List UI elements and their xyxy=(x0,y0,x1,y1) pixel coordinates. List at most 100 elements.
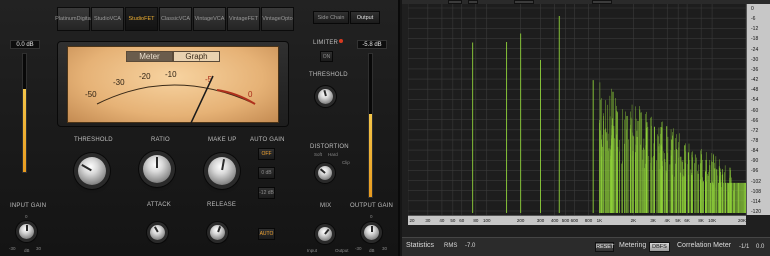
db-tick-label: -66 xyxy=(751,117,759,124)
frequency-tick-label: 300 xyxy=(536,218,545,223)
spectrum-analyzer: 0 -6 -12 -18 -24 -30 -36 -42 -48 -54 -60 -66 -72 -78 -… xyxy=(402,0,770,256)
auto-gain-12db-button[interactable]: -12 dB xyxy=(258,187,275,199)
attack-label: ATTACK xyxy=(147,202,171,208)
release-knob[interactable] xyxy=(210,225,225,240)
db-tick-label: 0 xyxy=(751,6,754,12)
input-gain-knob[interactable] xyxy=(19,224,34,239)
input-gain-label: INPUT GAIN xyxy=(10,203,47,209)
model-tab-vintage-fet[interactable]: Vintage FET xyxy=(227,7,260,31)
frequency-tick-label: 6K xyxy=(684,218,690,223)
output-gain-tick-left: -30 xyxy=(355,246,362,251)
input-level-readout: 0.0 dB xyxy=(10,40,40,49)
output-gain-tick-top: 0 xyxy=(370,214,373,219)
frequency-tick-label: 200 xyxy=(516,218,525,223)
db-tick-label: -84 xyxy=(751,148,759,155)
ratio-label: RATIO xyxy=(151,137,170,143)
db-tick-label: -90 xyxy=(751,158,759,165)
model-tab-vintage-vca[interactable]: Vintage VCA xyxy=(193,7,226,31)
distortion-soft: Soft xyxy=(314,152,323,157)
input-gain-tick-top: 0 xyxy=(25,214,28,219)
compressor-plugin: Platinum Digital Studio VCA Studio FET Clas… xyxy=(0,0,400,256)
output-gain-unit: dB xyxy=(369,248,375,253)
db-scale: 0 -6 -12 -18 -24 -30 -36 -42 -48 -54 -60 -66 -72 -78 -… xyxy=(746,4,770,215)
db-tick-label: -60 xyxy=(751,107,759,114)
output-level-readout: -5.8 dB xyxy=(357,40,387,49)
auto-gain-0db-button[interactable]: 0 dB xyxy=(258,167,275,179)
mix-knob[interactable] xyxy=(318,227,332,241)
model-tab-vintage-opto[interactable]: Vintage Opto xyxy=(261,7,294,31)
limiter-label: LIMITER xyxy=(313,40,339,46)
distortion-knob[interactable] xyxy=(318,166,332,180)
frequency-tick-label: 500 xyxy=(561,218,570,223)
mix-output-label: Output xyxy=(335,248,349,253)
limiter-on-button[interactable]: ON xyxy=(320,51,333,62)
input-gain-tick-left: -30 xyxy=(9,246,16,251)
input-level-fill xyxy=(23,89,26,172)
frequency-tick-label: 10K xyxy=(708,218,717,223)
makeup-label: MAKE UP xyxy=(208,137,237,143)
db-tick-label: -72 xyxy=(751,127,759,134)
db-tick-label: -78 xyxy=(751,137,759,144)
output-level-meter xyxy=(368,53,373,198)
auto-gain-off-button[interactable]: OFF xyxy=(258,148,275,160)
db-tick-label: -42 xyxy=(751,77,759,84)
input-level-meter xyxy=(22,53,27,173)
model-tab-studio-fet[interactable]: Studio FET xyxy=(125,7,158,31)
reset-button[interactable]: RESET xyxy=(595,242,614,252)
vu-meter-arc xyxy=(96,75,256,123)
rms-value: -7.0 xyxy=(465,243,476,249)
threshold-label: THRESHOLD xyxy=(74,137,113,143)
db-tick-label: -24 xyxy=(751,46,759,53)
vu-needle xyxy=(190,75,214,123)
output-button[interactable]: Output xyxy=(350,11,380,24)
frequency-tick-label: 30 xyxy=(425,218,431,223)
analyzer-status-bar: Statistics RMS -7.0 RESET Metering DBFS … xyxy=(402,237,770,256)
distortion-hard: Hard xyxy=(328,152,338,157)
frequency-tick-label: 2K xyxy=(630,218,637,223)
auto-release-button[interactable]: AUTO xyxy=(258,228,275,240)
output-level-fill xyxy=(369,114,372,197)
frequency-tick-label: 100 xyxy=(482,218,491,223)
db-tick-label: -108 xyxy=(751,188,762,195)
frequency-tick-label: 3K xyxy=(650,218,656,223)
frequency-tick-label: 800 xyxy=(584,218,593,223)
frequency-tick-label: 600 xyxy=(570,218,579,223)
db-tick-label: -120 xyxy=(751,209,762,215)
model-tab-studio-vca[interactable]: Studio VCA xyxy=(91,7,124,31)
correlation-value: 0.0 xyxy=(756,244,765,250)
metering-mode-button[interactable]: DBFS xyxy=(649,242,670,252)
frequency-tick-label: 20 xyxy=(409,218,415,223)
limiter-threshold-label: THRESHOLD xyxy=(309,72,348,78)
output-gain-label: OUTPUT GAIN xyxy=(350,203,394,209)
frequency-tick-label: 5K xyxy=(675,218,681,223)
db-tick-label: -18 xyxy=(751,36,759,43)
frequency-tick-label: 4K xyxy=(664,218,670,223)
limiter-threshold-knob[interactable] xyxy=(318,89,333,104)
compressor-model-tabs: Platinum Digital Studio VCA Studio FET Clas… xyxy=(55,7,295,31)
statistics-label: Statistics xyxy=(406,242,435,249)
input-gain-tick-right: 30 xyxy=(36,246,42,251)
threshold-knob[interactable] xyxy=(78,157,106,185)
db-tick-label: -114 xyxy=(751,198,761,205)
auto-gain-label: AUTO GAIN xyxy=(250,137,285,143)
db-tick-label: -102 xyxy=(751,178,762,185)
correlation-meter-label: Correlation Meter xyxy=(677,242,732,249)
frequency-tick-label: 50 xyxy=(450,218,456,223)
output-gain-knob[interactable] xyxy=(364,225,379,240)
makeup-knob[interactable] xyxy=(208,157,236,185)
model-tab-classic-vca[interactable]: Classic VCA xyxy=(159,7,192,31)
distortion-clip: Clip xyxy=(342,160,350,165)
model-tab-platinum-digital[interactable]: Platinum Digital xyxy=(55,7,92,31)
db-tick-label: -36 xyxy=(751,66,759,73)
mix-input-label: Input xyxy=(307,248,318,253)
distortion-label: DISTORTION xyxy=(310,144,349,150)
side-chain-button[interactable]: Side Chain xyxy=(313,11,349,24)
spectrum-plot xyxy=(408,4,746,215)
db-tick-label: -48 xyxy=(751,87,759,94)
frequency-tick-label: 8K xyxy=(698,218,704,223)
output-gain-tick-right: 30 xyxy=(382,246,388,251)
rms-label: RMS xyxy=(444,243,458,249)
frequency-tick-label: 60 xyxy=(459,218,465,223)
ratio-knob[interactable] xyxy=(143,155,171,183)
attack-knob[interactable] xyxy=(150,225,165,240)
